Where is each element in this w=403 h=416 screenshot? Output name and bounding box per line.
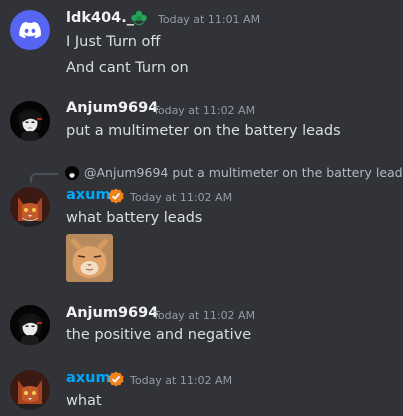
reply-mention[interactable]: @Anjum9694	[84, 165, 168, 180]
message-text: what battery leads	[66, 210, 203, 226]
avatar-anjum9694[interactable]	[10, 101, 50, 141]
message-text: put a multimeter on the battery leads	[66, 123, 341, 139]
avatar-anjum9694[interactable]	[10, 305, 50, 345]
message-text: the positive and negative	[66, 327, 252, 343]
username[interactable]: ldk404._	[66, 10, 134, 26]
reply-snippet[interactable]: put a multimeter on the battery leads	[172, 165, 403, 180]
username[interactable]: axum	[66, 370, 111, 386]
timestamp[interactable]: Today at 11:02 AM	[130, 191, 232, 204]
message-text: I Just Turn off	[66, 34, 161, 50]
username[interactable]: Anjum9694	[66, 305, 158, 321]
message-text: And cant Turn on	[66, 60, 189, 76]
cat-avatar-icon	[10, 370, 50, 410]
anime-avatar-icon	[10, 101, 50, 141]
verified-badge-icon[interactable]	[108, 371, 124, 391]
discord-logo-icon	[19, 21, 42, 39]
verified-badge-icon[interactable]	[108, 188, 124, 208]
cat-avatar-icon	[10, 187, 50, 227]
cat-photo-icon	[66, 234, 113, 282]
timestamp[interactable]: Today at 11:02 AM	[130, 374, 232, 387]
username[interactable]: Anjum9694	[66, 100, 158, 116]
avatar-axum[interactable]	[10, 370, 50, 410]
reply-preview[interactable]: @Anjum9694 put a multimeter on the batte…	[84, 165, 403, 180]
timestamp[interactable]: Today at 11:01 AM	[158, 13, 260, 26]
username[interactable]: axum	[66, 187, 111, 203]
timestamp[interactable]: Today at 11:02 AM	[153, 309, 255, 322]
message-text: what	[66, 393, 102, 409]
guild-badge-icon[interactable]	[130, 9, 148, 31]
avatar-axum[interactable]	[10, 187, 50, 227]
anime-avatar-icon	[10, 305, 50, 345]
reply-connector	[30, 173, 58, 183]
timestamp[interactable]: Today at 11:02 AM	[153, 104, 255, 117]
avatar-ldk404[interactable]	[10, 10, 50, 50]
image-attachment[interactable]	[66, 234, 113, 282]
reply-avatar[interactable]	[65, 166, 79, 180]
